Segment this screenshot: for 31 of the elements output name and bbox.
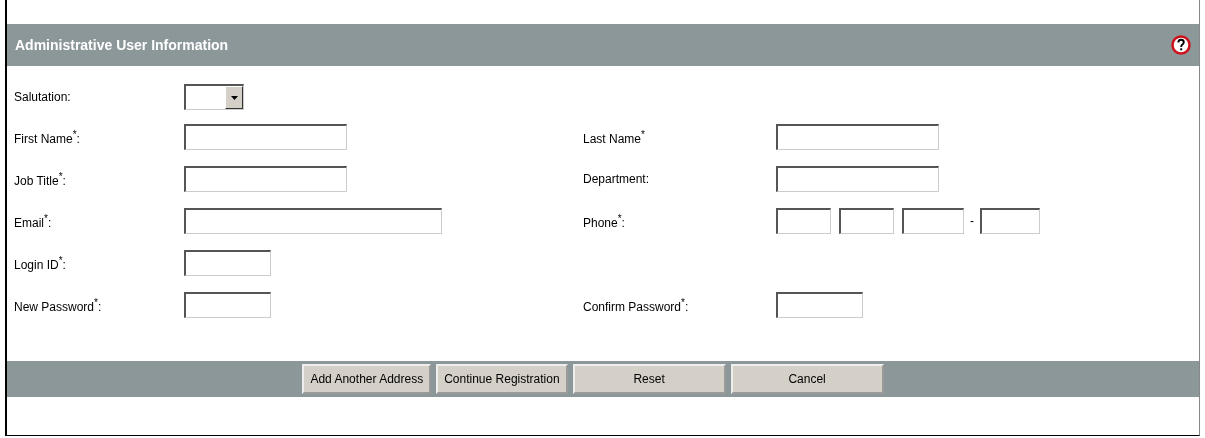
field-label: Last Name$^{*}$ <box>583 128 646 146</box>
input-field[interactable] <box>184 292 271 318</box>
field-label: Job Title$^{*}$: <box>13 170 67 188</box>
input-field[interactable] <box>184 250 271 276</box>
form-button[interactable]: Continue Registration <box>436 364 568 394</box>
input-field[interactable] <box>776 166 939 192</box>
form-button[interactable]: Cancel <box>730 364 884 394</box>
input-field[interactable] <box>184 208 442 234</box>
input-field[interactable] <box>184 166 347 192</box>
input-field[interactable] <box>776 292 863 318</box>
form-button[interactable]: Add Another Address <box>302 364 432 394</box>
caret-icon <box>230 95 238 100</box>
salutation-dropdown[interactable] <box>184 84 244 110</box>
input-field[interactable] <box>776 124 939 150</box>
form-button[interactable]: Reset <box>572 364 726 394</box>
field-label: Email$^{*}$: <box>13 212 53 230</box>
input-field[interactable] <box>184 124 347 150</box>
input-field[interactable] <box>839 208 894 234</box>
field-label: Login ID$^{*}$: <box>13 254 67 272</box>
help-icon[interactable] <box>1171 35 1191 55</box>
input-field[interactable] <box>980 208 1040 234</box>
field-label: Confirm Password$^{*}$: <box>583 296 690 314</box>
field-label: Salutation: <box>13 90 72 104</box>
input-field[interactable] <box>776 208 831 234</box>
separator: - <box>970 214 974 228</box>
input-field[interactable] <box>902 208 964 234</box>
section-title: Administrative User Information <box>15 37 229 53</box>
field-label: New Password$^{*}$: <box>13 296 103 314</box>
field-label: Department: <box>583 172 651 186</box>
field-label: First Name$^{*}$: <box>13 128 81 146</box>
field-label: Phone$^{*}$: <box>583 212 626 230</box>
